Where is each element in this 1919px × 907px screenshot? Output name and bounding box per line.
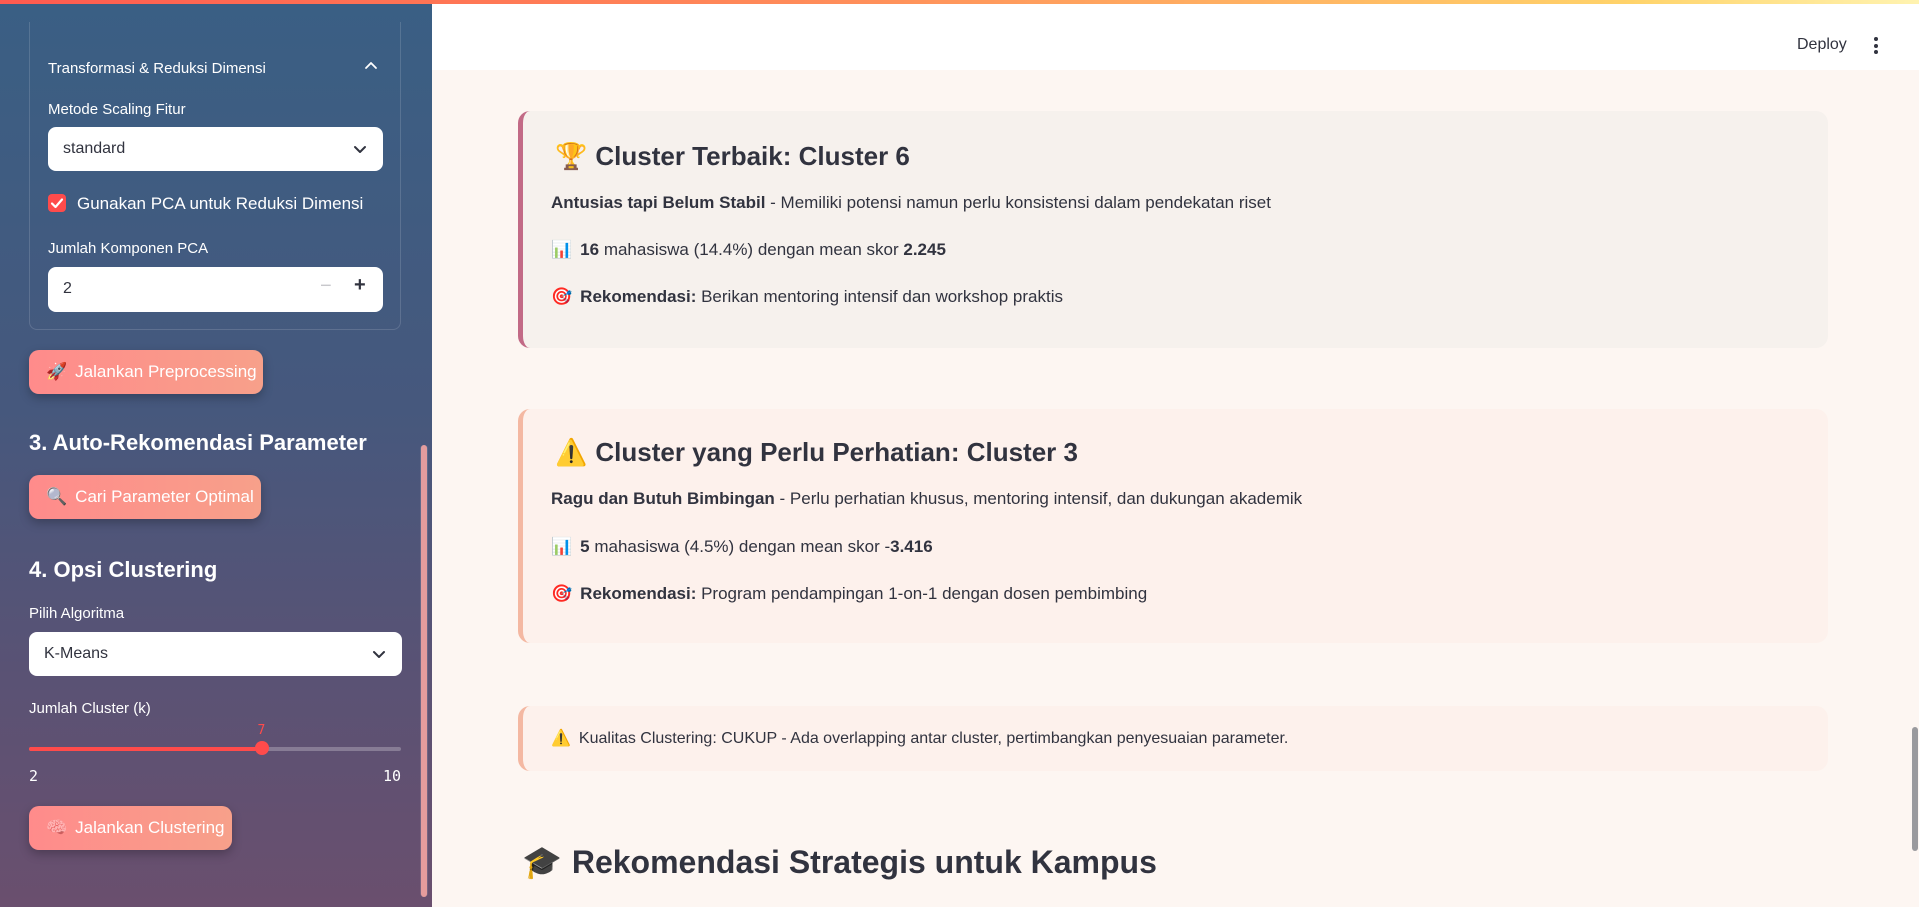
section-clustering-options-title: 4. Opsi Clustering xyxy=(29,557,218,582)
clustering-quality-alert: ⚠️ Kualitas Clustering: CUKUP - Ada overl… xyxy=(518,706,1828,771)
best-cluster-card: 🏆 Cluster Terbaik: Cluster 6 Antusias tap… xyxy=(518,111,1828,348)
run-preprocessing-label: Jalankan Preprocessing xyxy=(75,362,257,381)
attention-cluster-name: Ragu dan Butuh Bimbingan xyxy=(551,489,775,508)
attention-rec-text: Program pendampingan 1-on-1 dengan dosen… xyxy=(696,584,1148,603)
trophy-icon: 🏆 xyxy=(555,141,588,171)
best-cluster-name: Antusias tapi Belum Stabil xyxy=(551,193,766,212)
strategy-title-text: Rekomendasi Strategis untuk Kampus xyxy=(571,844,1157,880)
run-preprocessing-button[interactable]: 🚀 Jalankan Preprocessing xyxy=(29,350,263,394)
attention-cluster-desc-text: - Perlu perhatian khusus, mentoring inte… xyxy=(774,489,1303,508)
rocket-icon: 🚀 xyxy=(46,362,68,381)
pca-checkbox-label[interactable]: Gunakan PCA untuk Reduksi Dimensi xyxy=(77,194,363,214)
strategy-section-title: 🎓 Rekomendasi Strategis untuk Kampus xyxy=(522,843,1157,881)
quality-alert-text: ⚠️ Kualitas Clustering: CUKUP - Ada overl… xyxy=(551,728,1288,748)
best-cluster-desc-text: - Memiliki potensi namun perlu konsisten… xyxy=(765,193,1271,212)
run-clustering-button[interactable]: 🧠 Jalankan Clustering xyxy=(29,806,232,850)
attention-cluster-title-text: Cluster yang Perlu Perhatian: Cluster 3 xyxy=(595,437,1078,467)
attention-cluster-description: Ragu dan Butuh Bimbingan - Perlu perhati… xyxy=(551,489,1302,509)
attention-cluster-stats: 📊 5 mahasiswa (4.5%) dengan mean skor -3.… xyxy=(551,537,933,557)
k-slider-value: 7 xyxy=(257,723,266,738)
deploy-button[interactable]: Deploy xyxy=(1797,36,1847,54)
pca-components-label: Jumlah Komponen PCA xyxy=(48,240,209,257)
top-decoration-bar xyxy=(0,0,1919,4)
best-rec-text: Berikan mentoring intensif dan workshop … xyxy=(696,287,1064,306)
more-options-icon[interactable] xyxy=(1874,37,1878,57)
sidebar: Transformasi & Reduksi Dimensi Metode Sc… xyxy=(0,0,432,907)
best-cluster-title: 🏆 Cluster Terbaik: Cluster 6 xyxy=(555,141,910,172)
pca-components-value: 2 xyxy=(63,280,72,297)
k-label: Jumlah Cluster (k) xyxy=(29,700,151,717)
best-cluster-score: 2.245 xyxy=(903,240,946,259)
scaling-select-value: standard xyxy=(63,140,126,157)
find-optimal-parameter-button[interactable]: 🔍 Cari Parameter Optimal xyxy=(29,475,261,519)
algorithm-select[interactable]: K-Means xyxy=(29,632,402,676)
attention-rec-label: Rekomendasi: xyxy=(580,584,697,603)
k-slider-fill xyxy=(29,747,262,751)
k-slider-min: 2 xyxy=(29,767,39,785)
algorithm-label: Pilih Algoritma xyxy=(29,605,125,622)
decrement-button[interactable]: − xyxy=(320,275,332,298)
best-cluster-recommendation: 🎯 Rekomendasi: Berikan mentoring intensif… xyxy=(551,287,1063,307)
app-header: Deploy xyxy=(432,4,1919,70)
attention-cluster-stat-text: mahasiswa (4.5%) dengan mean skor - xyxy=(589,537,891,556)
scaling-select[interactable]: standard xyxy=(48,127,383,171)
target-icon: 🎯 xyxy=(551,287,573,306)
increment-button[interactable]: + xyxy=(354,274,366,297)
best-cluster-count: 16 xyxy=(580,240,600,259)
best-cluster-title-text: Cluster Terbaik: Cluster 6 xyxy=(595,141,910,171)
best-cluster-description: Antusias tapi Belum Stabil - Memiliki po… xyxy=(551,193,1271,213)
main-content: Deploy 🏆 Cluster Terbaik: Cluster 6 Antus… xyxy=(432,0,1919,907)
bar-chart-icon: 📊 xyxy=(551,240,573,259)
section-auto-recommend-title: 3. Auto-Rekomendasi Parameter xyxy=(29,430,367,455)
pca-checkbox[interactable] xyxy=(48,194,66,212)
chevron-up-icon[interactable] xyxy=(364,59,378,73)
main-scrollbar-thumb[interactable] xyxy=(1912,727,1918,851)
warning-icon: ⚠️ xyxy=(555,437,588,467)
best-cluster-stats: 📊 16 mahasiswa (14.4%) dengan mean skor 2… xyxy=(551,240,946,260)
attention-cluster-score: 3.416 xyxy=(890,537,933,556)
scaling-label: Metode Scaling Fitur xyxy=(48,101,186,118)
target-icon: 🎯 xyxy=(551,584,573,603)
chevron-down-icon xyxy=(373,651,385,658)
bar-chart-icon: 📊 xyxy=(551,537,573,556)
brain-icon: 🧠 xyxy=(46,818,68,837)
sidebar-scrollbar-thumb[interactable] xyxy=(421,445,427,897)
k-slider-max: 10 xyxy=(383,767,402,785)
graduation-cap-icon: 🎓 xyxy=(522,844,562,880)
pca-components-input[interactable]: 2 − + xyxy=(48,267,383,312)
algorithm-select-value: K-Means xyxy=(44,645,109,662)
expander-title[interactable]: Transformasi & Reduksi Dimensi xyxy=(48,60,266,77)
attention-cluster-title: ⚠️ Cluster yang Perlu Perhatian: Cluster … xyxy=(555,437,1078,468)
search-icon: 🔍 xyxy=(46,487,68,506)
run-clustering-label: Jalankan Clustering xyxy=(75,818,225,837)
k-slider-thumb[interactable] xyxy=(254,741,269,755)
attention-cluster-card: ⚠️ Cluster yang Perlu Perhatian: Cluster … xyxy=(518,409,1828,643)
checkmark-icon xyxy=(50,198,64,209)
attention-cluster-count: 5 xyxy=(580,537,590,556)
best-rec-label: Rekomendasi: xyxy=(580,287,697,306)
best-cluster-stat-text: mahasiswa (14.4%) dengan mean skor xyxy=(599,240,904,259)
attention-cluster-recommendation: 🎯 Rekomendasi: Program pendampingan 1-on-… xyxy=(551,584,1147,604)
quality-alert-message: Kualitas Clustering: CUKUP - Ada overlap… xyxy=(578,730,1289,747)
find-optimal-label: Cari Parameter Optimal xyxy=(75,487,254,506)
warning-icon: ⚠️ xyxy=(551,730,571,747)
chevron-down-icon xyxy=(354,146,366,153)
